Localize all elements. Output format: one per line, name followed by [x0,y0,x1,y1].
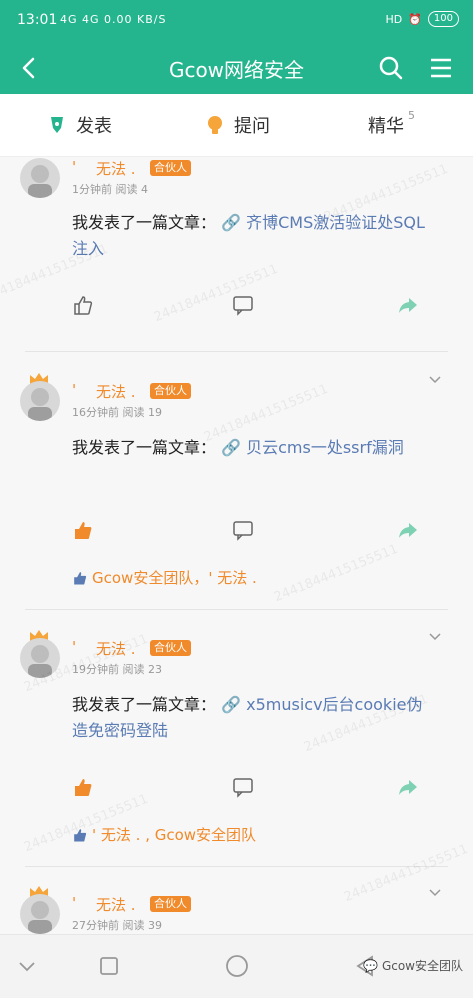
share-icon[interactable] [397,776,419,798]
username[interactable]: 无法 . [96,158,136,179]
alarm-icon: ⏰ [408,12,422,26]
likers-text: ' 无法 . , Gcow安全团队 [92,826,257,844]
network-indicator: 4G 4G 0.00 KB/S [60,13,167,26]
chevron-down-icon[interactable] [14,953,40,979]
ask-label: 提问 [234,116,270,137]
partner-badge: 合伙人 [150,896,191,912]
post-meta: 1分钟前 阅读 4 [72,181,148,197]
username-quote: ' [72,381,77,399]
read-count: 阅读 19 [122,406,163,419]
post-content: 我发表了一篇文章： 🔗 齐博CMS激活验证处SQL注入 [72,210,432,262]
top-bar: Gcow网络安全 [0,42,473,94]
system-nav-bar: 💬 Gcow安全团队 [0,934,473,998]
brand-watermark: 💬 Gcow安全团队 [363,957,463,974]
wechat-icon: 💬 [362,958,378,973]
avatar[interactable] [20,894,60,934]
post-prefix: 我发表了一篇文章： [72,695,217,714]
chevron-down-icon[interactable] [427,371,443,387]
brand-label: Gcow安全团队 [381,959,463,973]
status-right: HD ⏰ 100 [385,11,459,27]
elite-label: 精华 [368,116,404,137]
status-bar: 13:01 4G 4G 0.00 KB/S HD ⏰ 100 [0,0,473,42]
publish-button[interactable]: 发表 [46,112,112,138]
username-quote: ' [72,894,77,912]
circle-icon[interactable] [224,953,250,979]
comment-icon[interactable] [232,519,254,541]
action-bar: 发表 提问 精华 5 [0,94,473,157]
read-count: 阅读 23 [122,663,163,676]
username-quote: ' [72,158,77,176]
article-link[interactable]: 🔗 贝云cms一处ssrf漏洞 [221,438,404,457]
watermark: 2441844415155511 [152,261,281,326]
read-count: 阅读 39 [122,919,163,932]
chevron-down-icon[interactable] [427,628,443,644]
avatar[interactable] [20,158,60,198]
ask-button[interactable]: 提问 [204,112,270,138]
comment-icon[interactable] [232,776,254,798]
post-feed: ' 无法 . 合伙人 1分钟前 阅读 4 我发表了一篇文章： 🔗 齐博CMS激活… [0,156,473,934]
elite-count: 5 [408,108,415,122]
watermark: 2441844415155511 [272,541,401,606]
battery-indicator: 100 [427,11,459,27]
post-time: 27分钟前 [72,919,119,932]
read-count: 阅读 4 [115,183,149,196]
post-prefix: 我发表了一篇文章： [72,213,217,232]
status-time: 13:01 [17,12,58,28]
elite-button[interactable]: 精华 5 [368,108,415,138]
pen-icon [51,117,63,133]
hd-icon: HD [385,12,403,26]
likers-list[interactable]: Gcow安全团队，' 无法 . [72,567,257,588]
post-meta: 27分钟前 阅读 39 [72,917,162,933]
username-quote: ' [72,638,77,656]
thumbs-up-icon[interactable] [72,294,94,316]
username[interactable]: 无法 . [96,894,136,915]
search-icon[interactable] [373,50,409,86]
likers-text: Gcow安全团队，' 无法 . [92,569,257,587]
square-icon[interactable] [96,953,122,979]
lightbulb-icon [208,116,222,134]
post-divider [25,866,448,867]
post-time: 1分钟前 [72,183,112,196]
chevron-down-icon[interactable] [427,884,443,900]
post-divider [25,351,448,352]
post-divider [25,609,448,610]
thumbs-up-small-icon [74,571,87,585]
username[interactable]: 无法 . [96,381,136,402]
likers-list[interactable]: ' 无法 . , Gcow安全团队 [72,824,256,845]
avatar[interactable] [20,381,60,421]
article-link-text: 贝云cms一处ssrf漏洞 [246,438,404,457]
thumbs-up-icon[interactable] [72,519,94,541]
share-icon[interactable] [397,294,419,316]
publish-label: 发表 [76,116,112,137]
post-prefix: 我发表了一篇文章： [72,438,217,457]
thumbs-up-icon[interactable] [72,776,94,798]
post-meta: 16分钟前 阅读 19 [72,404,162,420]
partner-badge: 合伙人 [150,640,191,656]
menu-icon[interactable] [423,50,459,86]
post-content: 我发表了一篇文章： 🔗 贝云cms一处ssrf漏洞 [72,435,432,461]
partner-badge: 合伙人 [150,383,191,399]
post-time: 16分钟前 [72,406,119,419]
watermark: 2441844415155511 [342,841,471,906]
partner-badge: 合伙人 [150,160,191,176]
share-icon[interactable] [397,519,419,541]
comment-icon[interactable] [232,294,254,316]
